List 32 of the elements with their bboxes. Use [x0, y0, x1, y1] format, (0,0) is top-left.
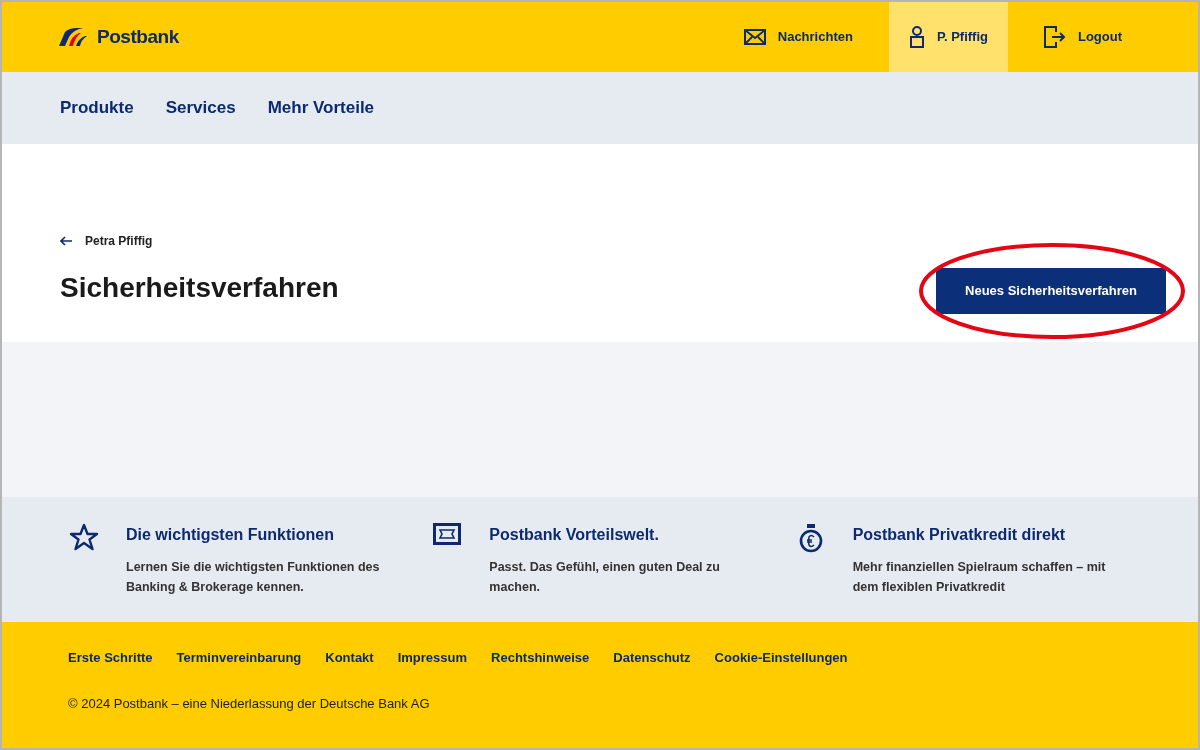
footer-link[interactable]: Cookie-Einstellungen: [714, 648, 848, 668]
promo-title[interactable]: Die wichtigsten Funktionen: [126, 523, 396, 547]
page-title: Sicherheitsverfahren: [60, 274, 339, 302]
voucher-icon: [433, 523, 462, 545]
promo-title[interactable]: Postbank Vorteilswelt.: [489, 523, 760, 547]
promo-text: Passt. Das Gefühl, einen guten Deal zu machen.: [489, 559, 721, 596]
footer-link[interactable]: Datenschutz: [613, 648, 691, 668]
promo-title[interactable]: Postbank Privatkredit direkt: [852, 523, 1123, 547]
nav-link[interactable]: Produkte: [60, 95, 134, 121]
promo-text: Lernen Sie die wichtigsten Funktionen des Banking & Brokerage kennen.: [126, 559, 381, 596]
header-link[interactable]: P. Pfiffig: [888, 2, 1008, 72]
user-icon: [908, 26, 925, 48]
footer-link[interactable]: Kontakt: [325, 648, 374, 668]
footer-link[interactable]: Impressum: [397, 648, 468, 668]
header-link[interactable]: Nachrichten: [707, 2, 889, 72]
copyright-text: © 2024 Postbank – eine Niederlassung der Deutsche Bank AG: [68, 694, 431, 713]
back-arrow-icon: [60, 236, 73, 246]
new-security-method-button[interactable]: Neues Sicherheitsverfahren: [936, 268, 1166, 314]
nav-link[interactable]: Mehr Vorteile: [267, 95, 375, 121]
logout-icon: [1043, 26, 1066, 48]
back-link[interactable]: Petra Pfiffig: [60, 232, 339, 250]
promo-text: Mehr finanziellen Spielraum schaffen – mit dem flexiblen Privatkredit: [852, 559, 1107, 596]
logo-icon: [59, 28, 89, 46]
logo-text: Postbank: [97, 24, 179, 49]
star-icon: [69, 523, 99, 551]
footer-link[interactable]: Erste Schritte: [68, 648, 153, 668]
footer-link[interactable]: Terminvereinbarung: [176, 648, 302, 668]
header-link[interactable]: Logout: [1007, 2, 1158, 72]
mail-icon: [743, 29, 766, 45]
money-bag-icon: [798, 523, 823, 553]
footer-link[interactable]: Rechtshinweise: [491, 648, 590, 668]
nav-link[interactable]: Services: [165, 95, 236, 121]
